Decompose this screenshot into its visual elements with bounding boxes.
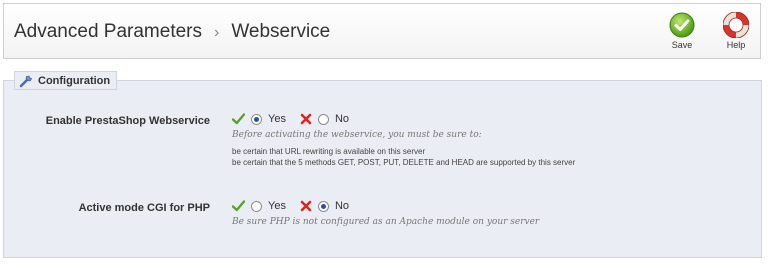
help-button[interactable]: Help (716, 12, 756, 50)
webservice-note: be certain that the 5 methods GET, POST,… (232, 158, 576, 167)
cgi-mode-label: Active mode CGI for PHP (78, 202, 210, 214)
enable-webservice-hint: Before activating the webservice, you mu… (232, 130, 482, 140)
save-button[interactable]: Save (662, 12, 702, 50)
yes-label: Yes (268, 113, 286, 125)
cgi-mode-hint: Be sure PHP is not configured as an Apac… (232, 217, 540, 227)
cross-icon (300, 200, 312, 212)
configuration-fieldset: Configuration Enable PrestaShop Webservi… (3, 71, 762, 258)
cgi-mode-options: Yes No (232, 200, 363, 212)
no-label: No (334, 113, 350, 125)
page-title: Advanced Parameters › Webservice (14, 21, 330, 43)
check-icon (232, 113, 245, 125)
breadcrumb-separator: › (214, 24, 220, 41)
breadcrumb-item-current: Webservice (231, 21, 331, 42)
no-label: No (334, 200, 350, 212)
enable-webservice-no-option[interactable]: No (300, 113, 349, 125)
yes-label: Yes (268, 200, 286, 212)
enable-webservice-yes-radio[interactable] (251, 113, 262, 125)
fieldset-legend: Configuration (14, 71, 118, 90)
cross-icon (300, 113, 312, 125)
enable-webservice-label: Enable PrestaShop Webservice (45, 115, 210, 127)
webservice-note: be certain that URL rewriting is availab… (232, 147, 426, 156)
page-header: Advanced Parameters › Webservice Save Help (3, 3, 761, 59)
legend-label: Configuration (38, 74, 111, 87)
cgi-mode-no-radio[interactable] (317, 200, 329, 212)
cgi-mode-yes-radio[interactable] (251, 200, 262, 212)
enable-webservice-options: Yes No (232, 113, 363, 125)
enable-webservice-no-radio[interactable] (317, 113, 329, 125)
cgi-mode-no-option[interactable]: No (300, 200, 349, 212)
check-circle-icon (669, 12, 695, 38)
wrench-icon (19, 75, 33, 87)
check-icon (232, 200, 245, 212)
breadcrumb-item[interactable]: Advanced Parameters (14, 21, 202, 42)
lifebuoy-icon (723, 12, 749, 38)
save-label: Save (671, 40, 693, 50)
enable-webservice-yes-option[interactable]: Yes (232, 113, 286, 125)
help-label: Help (726, 40, 746, 50)
cgi-mode-yes-option[interactable]: Yes (232, 200, 286, 212)
